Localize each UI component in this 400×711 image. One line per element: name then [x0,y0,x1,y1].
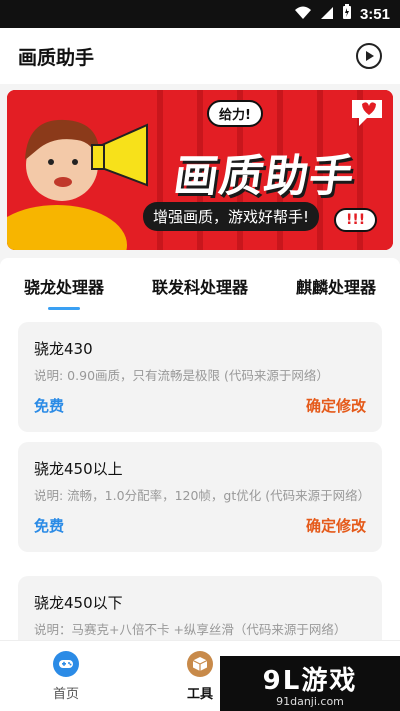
confirm-button[interactable]: 确定修改 [306,515,366,536]
card-list[interactable]: 骁龙430 说明: 0.90画质，只有流畅是极限 (代码来源于网络） 免费 确定… [0,314,400,640]
nav-label: 首页 [52,687,79,702]
tab-kirin[interactable]: 麒麟处理器 [292,264,380,308]
page-title: 画质助手 [18,46,95,69]
item-name: 骁龙450以上 [34,460,123,478]
signal-icon [320,5,334,24]
item-name: 骁龙430 [34,340,93,358]
banner-subtitle: 增强画质，游戏好帮手! [143,202,320,231]
watermark-url: 91danji.com [276,694,344,708]
play-icon [366,51,374,61]
free-button[interactable]: 免费 [34,395,64,416]
list-item: 骁龙450以上 说明: 流畅，1.0分配率，120帧，gt优化 (代码来源于网络… [18,442,382,552]
clock: 3:51 [359,5,390,23]
item-desc: 说明: 流畅，1.0分配率，120帧，gt优化 (代码来源于网络） [34,488,371,503]
item-name: 骁龙450以下 [34,594,123,612]
status-bar: 3:51 [0,0,400,28]
tab-snapdragon[interactable]: 骁龙处理器 [20,264,108,310]
banner-exclaim: !!! [334,208,378,232]
item-desc: 说明: 0.90画质，只有流畅是极限 (代码来源于网络） [34,368,329,383]
banner-bubble: 给力! [207,100,263,127]
item-desc: 说明：马赛克+八倍不卡 +纵享丝滑（代码来源于网络） [34,622,347,637]
free-button[interactable]: 免费 [34,515,64,536]
list-item: 骁龙450以下 说明：马赛克+八倍不卡 +纵享丝滑（代码来源于网络） [18,576,382,640]
gamepad-icon [53,651,79,677]
processor-tabs: 骁龙处理器 联发科处理器 麒麟处理器 [0,258,400,314]
confirm-button[interactable]: 确定修改 [306,395,366,416]
battery-icon [342,4,352,24]
tab-mediatek[interactable]: 联发科处理器 [148,264,252,308]
play-button[interactable] [356,43,382,69]
list-item: 骁龙430 说明: 0.90画质，只有流畅是极限 (代码来源于网络） 免费 确定… [18,322,382,432]
banner-title: 画质助手 [170,151,358,202]
app-bar: 画质助手 [0,28,400,84]
watermark-title: 9L游戏 [262,665,358,696]
watermark: 9L游戏 91danji.com [220,656,400,711]
nav-item-home[interactable]: 首页 [36,651,96,702]
wifi-icon [294,5,312,24]
box-icon [187,651,213,677]
